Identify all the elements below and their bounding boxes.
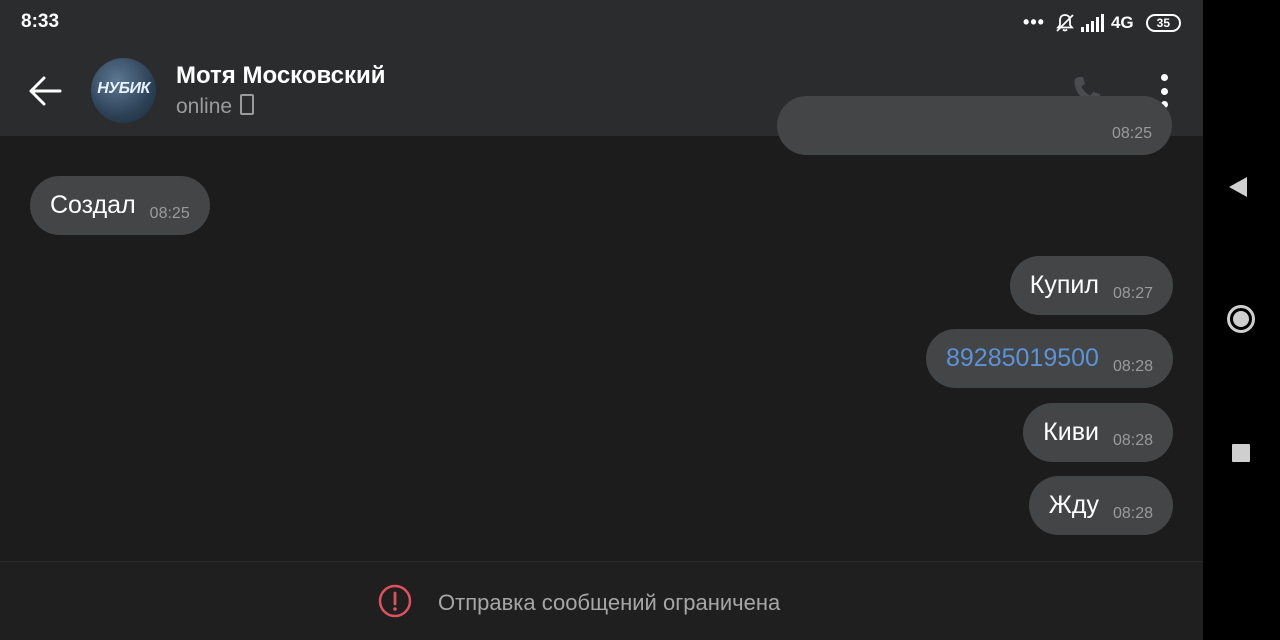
network-type: 4G — [1110, 12, 1134, 32]
message-text: Жду — [1048, 491, 1099, 519]
menu-dot — [1160, 74, 1168, 81]
message-text: Создал — [50, 191, 136, 219]
menu-dot — [1160, 87, 1168, 95]
alert-circle-icon — [378, 584, 412, 618]
status-bar: 8:33 ••• 4G 35 — [0, 0, 1203, 46]
message-bubble-out-partial[interactable]: 08:25 — [777, 96, 1172, 155]
system-navigation-bar — [1203, 0, 1280, 640]
message-list[interactable]: 08:25 Создал 08:25 Купил 08:27 892850195… — [0, 96, 1203, 560]
message-time: 08:28 — [1112, 357, 1153, 375]
arrow-left-icon[interactable] — [24, 70, 66, 112]
signal-icon — [1080, 13, 1104, 32]
bell-muted-icon — [1056, 13, 1074, 32]
message-text: Купил — [1029, 271, 1099, 299]
message-bubble-out[interactable]: Киви 08:28 — [1023, 403, 1173, 462]
contact-name[interactable]: Мотя Московский — [176, 62, 386, 90]
message-bubble-out[interactable]: Купил 08:27 — [1009, 256, 1173, 315]
status-indicators: ••• 4G 35 — [1023, 12, 1181, 33]
message-text: Киви — [1043, 418, 1099, 446]
message-bubble-in[interactable]: Создал 08:25 — [30, 176, 210, 235]
chat-screen: 8:33 ••• 4G 35 НУБИК Мотя Московский onl… — [0, 0, 1203, 640]
message-time: 08:28 — [1112, 504, 1153, 522]
message-time: 08:25 — [1111, 124, 1152, 142]
battery-indicator: 35 — [1145, 13, 1181, 32]
message-time: 08:28 — [1112, 431, 1153, 449]
message-bubble-out[interactable]: Жду 08:28 — [1028, 476, 1173, 535]
message-time: 08:25 — [149, 204, 190, 222]
message-bubble-out[interactable]: 89285019500 08:28 — [926, 329, 1173, 388]
mobile-device-icon — [240, 94, 255, 115]
composer-restricted-bar: Отправка сообщений ограничена — [0, 561, 1203, 640]
nav-home-icon[interactable] — [1227, 305, 1255, 333]
avatar-label: НУБИК — [97, 80, 150, 97]
message-time: 08:27 — [1112, 284, 1153, 302]
contact-status: online — [176, 94, 255, 119]
restricted-message-text: Отправка сообщений ограничена — [438, 590, 781, 615]
status-time: 8:33 — [21, 11, 60, 32]
notification-dots: ••• — [1023, 12, 1045, 32]
nav-back-icon[interactable] — [1229, 177, 1247, 197]
status-text: online — [176, 95, 233, 118]
avatar[interactable]: НУБИК — [91, 58, 156, 123]
nav-recents-icon[interactable] — [1232, 444, 1250, 462]
phone-number-link[interactable]: 89285019500 — [946, 344, 1099, 373]
